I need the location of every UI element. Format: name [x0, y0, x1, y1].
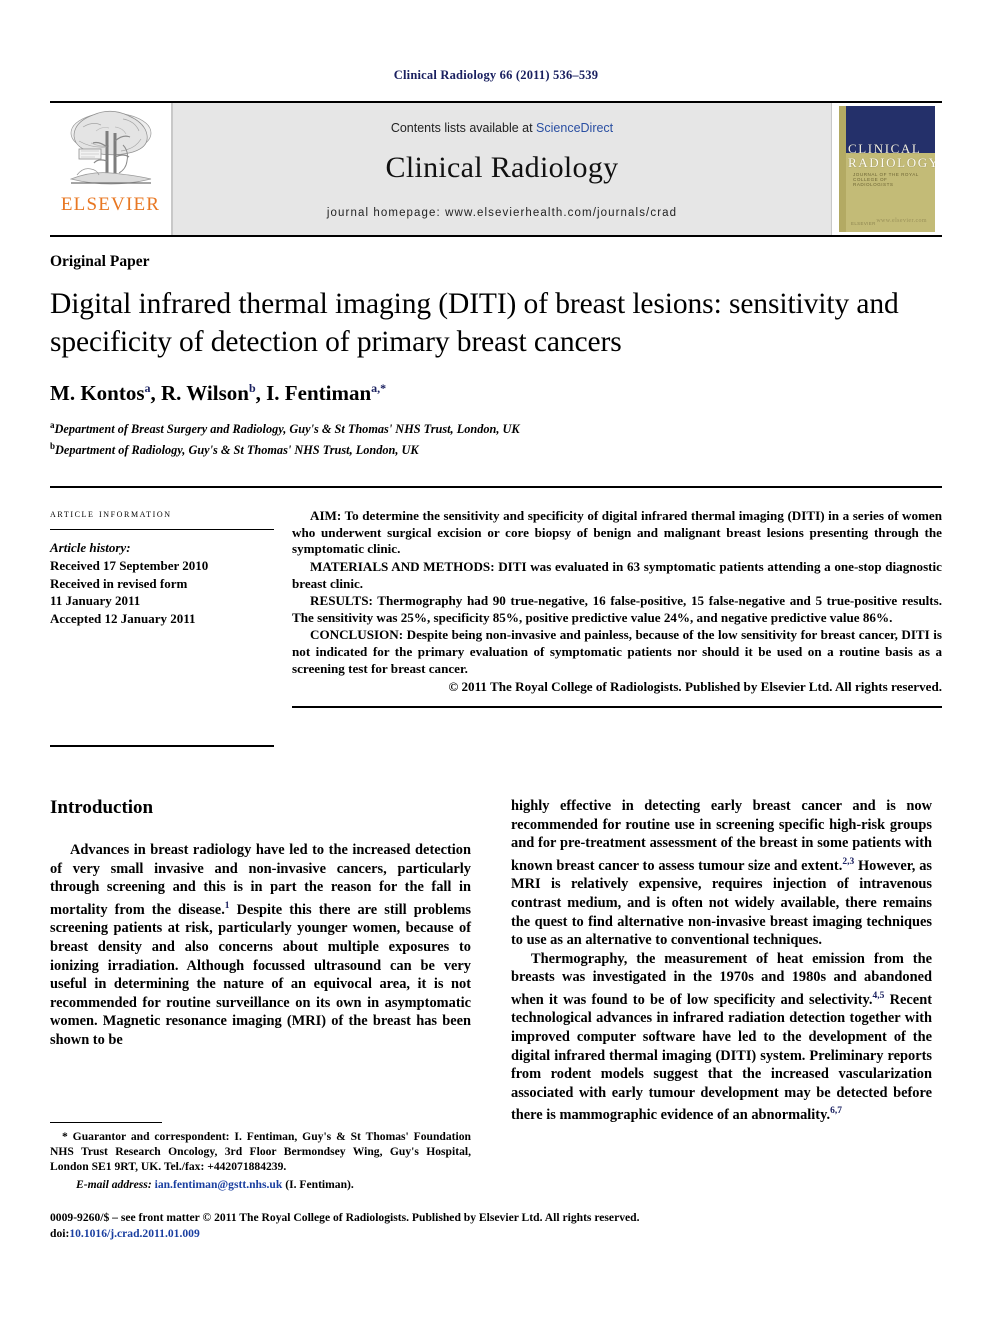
- cover-image: CLINICAL RADIOLOGY JOURNAL OF THE ROYAL …: [839, 106, 935, 232]
- contents-available-line: Contents lists available at ScienceDirec…: [391, 121, 613, 135]
- body-column-right: highly effective in detecting early brea…: [511, 797, 932, 1124]
- abstract-bottom-rule: [292, 705, 942, 708]
- article-title-block: Original Paper Digital infrared thermal …: [50, 253, 942, 458]
- journal-article-page: Clinical Radiology 66 (2011) 536–539 ELS…: [0, 0, 992, 1323]
- affiliation-text-b: Department of Radiology, Guy's & St Thom…: [55, 442, 419, 457]
- abstract-materials-methods: MATERIALS AND METHODS: DITI was evaluate…: [292, 558, 942, 591]
- sciencedirect-link[interactable]: ScienceDirect: [536, 121, 613, 135]
- journal-title: Clinical Radiology: [385, 151, 619, 184]
- footnote-correspondence-text: * Guarantor and correspondent: I. Fentim…: [50, 1130, 471, 1173]
- article-history-revised-label: Received in revised form: [50, 575, 188, 591]
- elsevier-wordmark: ELSEVIER: [60, 194, 161, 215]
- abstract-results: RESULTS: Thermography had 90 true-negati…: [292, 593, 942, 625]
- journal-cover-thumbnail: CLINICAL RADIOLOGY JOURNAL OF THE ROYAL …: [832, 103, 942, 235]
- author-list: M. Kontosa, R. Wilsonb, I. Fentimana,*: [50, 381, 387, 405]
- doi-label: doi:: [50, 1226, 70, 1240]
- cover-title-line1: CLINICAL: [848, 141, 922, 156]
- abstract-aim: AIM: To determine the sensitivity and sp…: [292, 508, 942, 557]
- contents-available-text: Contents lists available at: [390, 121, 537, 135]
- article-information-bottom-rule: [50, 745, 274, 748]
- journal-homepage-link[interactable]: journal homepage: www.elsevierhealth.com…: [327, 207, 677, 219]
- abstract-band: Article information Article history: Rec…: [50, 486, 942, 748]
- journal-masthead: ELSEVIER Contents lists available at Sci…: [50, 101, 942, 237]
- introduction-paragraph-1-cont: highly effective in detecting early brea…: [511, 798, 932, 949]
- footnote-email-link[interactable]: ian.fentiman@gstt.nhs.uk: [155, 1178, 283, 1191]
- section-heading-introduction: Introduction: [50, 797, 154, 819]
- doi-link[interactable]: 10.1016/j.crad.2011.01.009: [69, 1227, 199, 1240]
- article-body: Introduction Advances in breast radiolog…: [50, 797, 942, 1124]
- affiliation-text-a: Department of Breast Surgery and Radiolo…: [54, 422, 520, 437]
- abstract-conclusion: CONCLUSION: Despite being non-invasive a…: [292, 627, 942, 676]
- article-history-revised-date: 11 January 2011: [50, 593, 141, 609]
- affiliation-a: aDepartment of Breast Surgery and Radiol…: [50, 417, 942, 438]
- cover-title: CLINICAL RADIOLOGY: [848, 141, 935, 170]
- page-title: Digital infrared thermal imaging (DITI) …: [50, 288, 899, 358]
- cover-footer-publisher: ELSEVIER: [851, 221, 876, 226]
- introduction-paragraph-2: Thermography, the measurement of heat em…: [511, 950, 932, 1124]
- article-information-heading: Article information: [50, 508, 172, 521]
- cover-subtitle: JOURNAL OF THE ROYAL COLLEGE OF RADIOLOG…: [853, 172, 919, 187]
- footnote-rule: [50, 1122, 162, 1123]
- footnote-email-line: E-mail address: ian.fentiman@gstt.nhs.uk…: [50, 1177, 471, 1192]
- footnote-email-label: E-mail address:: [76, 1178, 152, 1191]
- imprint-issn-line: 0009-9260/$ – see front matter © 2011 Th…: [50, 1211, 640, 1224]
- article-information-column: Article information Article history: Rec…: [50, 508, 278, 748]
- elsevier-tree-icon: [69, 110, 151, 185]
- article-information-rule: [50, 529, 274, 531]
- imprint-block: 0009-9260/$ – see front matter © 2011 Th…: [50, 1210, 942, 1241]
- article-history-received: Received 17 September 2010: [50, 558, 209, 574]
- footnote-email-suffix: (I. Fentiman).: [285, 1178, 354, 1191]
- abstract-copyright: © 2011 The Royal College of Radiologists…: [448, 679, 942, 695]
- masthead-center: Contents lists available at ScienceDirec…: [172, 103, 832, 235]
- article-history-accepted: Accepted 12 January 2011: [50, 610, 196, 626]
- running-head: Clinical Radiology 66 (2011) 536–539: [393, 68, 599, 82]
- article-history-label: Article history:: [50, 540, 131, 556]
- abstract-column: AIM: To determine the sensitivity and sp…: [278, 508, 942, 708]
- introduction-paragraph-1: Advances in breast radiology have led to…: [50, 842, 471, 1048]
- affiliation-b: bDepartment of Radiology, Guy's & St Tho…: [50, 438, 942, 459]
- imprint-doi-line: doi:10.1016/j.crad.2011.01.009: [50, 1226, 942, 1242]
- cover-footer-url: www.elsevier.com: [876, 218, 927, 224]
- cover-title-line2: RADIOLOGY: [848, 155, 935, 170]
- article-type-label: Original Paper: [50, 253, 150, 270]
- body-column-left: Introduction Advances in breast radiolog…: [50, 797, 471, 1124]
- cover-spine-strip: [839, 106, 846, 232]
- correspondence-footnote: * Guarantor and correspondent: I. Fentim…: [50, 1122, 471, 1192]
- elsevier-logo: ELSEVIER: [50, 103, 172, 235]
